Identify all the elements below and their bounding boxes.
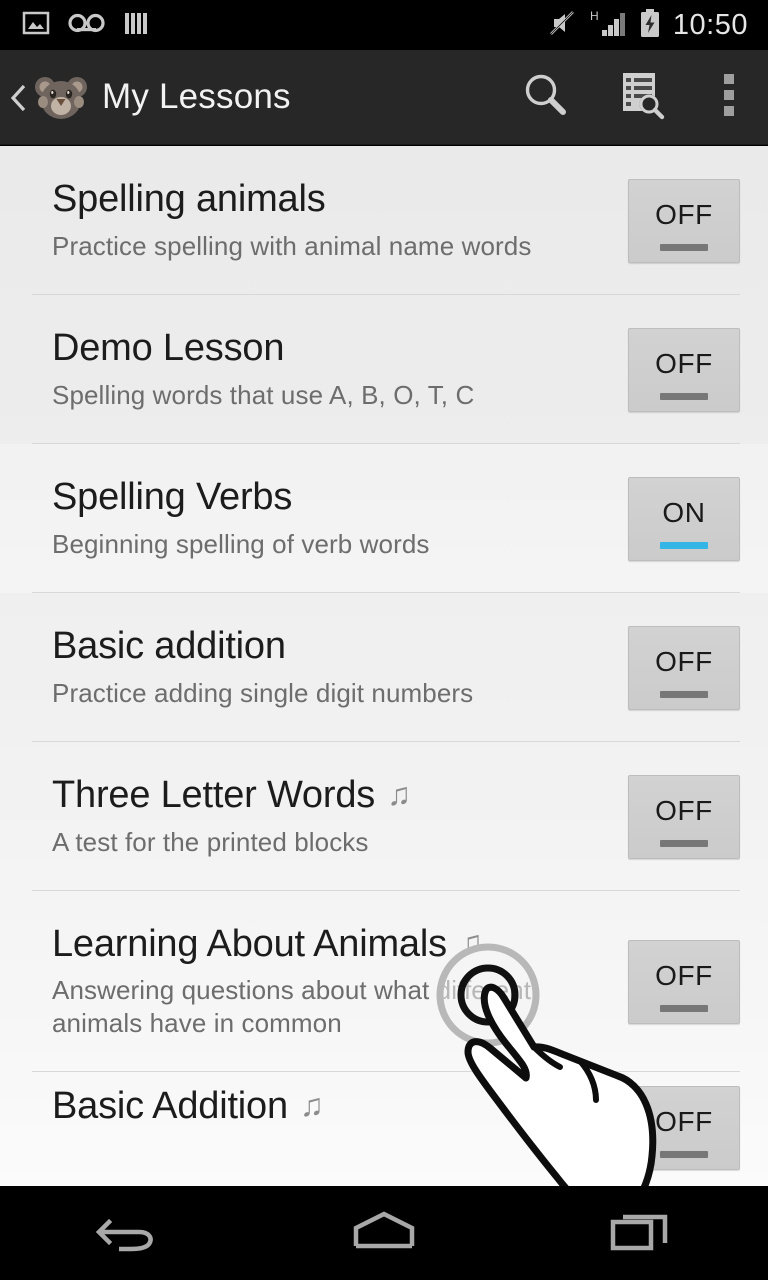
lesson-title-line: Demo Lesson	[52, 326, 616, 370]
toggle-label: OFF	[655, 959, 713, 991]
lesson-title-line: Learning About Animals ♫	[52, 922, 616, 966]
lesson-toggle[interactable]: ON	[628, 476, 740, 561]
list-item[interactable]: Basic Addition ♫ OFF	[0, 1072, 768, 1170]
list-item[interactable]: Demo Lesson Spelling words that use A, B…	[0, 295, 768, 444]
lesson-text: Basic Addition ♫	[52, 1085, 628, 1128]
music-note-icon: ♫	[458, 924, 483, 961]
toggle-label: OFF	[655, 198, 713, 230]
up-navigation-button[interactable]	[0, 72, 87, 122]
back-arrow-icon	[95, 1208, 161, 1259]
lesson-text: Basic addition Practice adding single di…	[52, 624, 628, 709]
status-clock: 10:50	[672, 8, 748, 41]
android-screen: H 10:50 My Lessons Spelling animals Prac…	[0, 0, 768, 1280]
lesson-title-line: Three Letter Words ♫	[52, 773, 616, 817]
lesson-title: Spelling animals	[52, 177, 326, 220]
toggle-label: OFF	[655, 1106, 713, 1137]
toggle-label: OFF	[655, 645, 713, 677]
music-note-icon: ♫	[387, 775, 412, 812]
toggle-indicator-bar	[660, 392, 708, 400]
lesson-search-icon	[615, 68, 669, 127]
lesson-toggle[interactable]: OFF	[628, 939, 740, 1024]
signal-h-icon: H	[589, 8, 627, 43]
toggle-indicator-bar	[660, 243, 708, 251]
toggle-indicator-bar	[660, 1151, 708, 1158]
toggle-indicator-bar	[660, 690, 708, 698]
toggle-indicator-bar	[660, 541, 708, 549]
lesson-subtitle: Spelling words that use A, B, O, T, C	[52, 379, 475, 410]
lesson-text: Spelling animals Practice spelling with …	[52, 177, 628, 262]
lesson-title: Basic addition	[52, 624, 286, 667]
lesson-toggle[interactable]: OFF	[628, 774, 740, 859]
lesson-text: Spelling Verbs Beginning spelling of ver…	[52, 475, 628, 560]
lesson-subtitle: Beginning spelling of verb words	[52, 528, 430, 559]
lesson-title-line: Spelling animals	[52, 177, 616, 221]
page-title: My Lessons	[102, 77, 291, 116]
lesson-text: Three Letter Words ♫ A test for the prin…	[52, 773, 628, 858]
toggle-label: OFF	[655, 347, 713, 379]
lesson-title: Spelling Verbs	[52, 475, 293, 518]
bear-icon	[32, 72, 87, 122]
lesson-title: Demo Lesson	[52, 326, 285, 369]
lesson-subtitle: Practice spelling with animal name words	[52, 230, 532, 261]
svg-text:H: H	[590, 9, 599, 23]
list-item[interactable]: Spelling animals Practice spelling with …	[0, 146, 768, 295]
lesson-title-line: Basic Addition ♫	[52, 1085, 616, 1128]
lesson-title-line: Spelling Verbs	[52, 475, 616, 519]
overflow-menu-icon	[723, 72, 735, 123]
navigation-bar	[0, 1186, 768, 1280]
lesson-title-line: Basic addition	[52, 624, 616, 668]
lesson-toggle[interactable]: OFF	[628, 327, 740, 412]
overflow-menu-button[interactable]	[690, 50, 768, 145]
nav-back-button[interactable]	[28, 1186, 228, 1280]
lesson-title: Learning About Animals	[52, 922, 447, 965]
action-bar: My Lessons	[0, 50, 768, 145]
lesson-search-button[interactable]	[594, 50, 690, 145]
list-item[interactable]: Learning About Animals ♫ Answering quest…	[0, 891, 768, 1072]
lesson-toggle[interactable]: OFF	[628, 625, 740, 710]
status-notification-icons	[0, 9, 150, 42]
music-note-icon: ♫	[299, 1086, 324, 1123]
list-item[interactable]: Three Letter Words ♫ A test for the prin…	[0, 742, 768, 891]
silent-mode-icon	[547, 8, 577, 43]
lesson-text: Demo Lesson Spelling words that use A, B…	[52, 326, 628, 411]
nav-recents-button[interactable]	[540, 1186, 740, 1280]
photo-icon	[22, 9, 50, 42]
search-icon	[520, 69, 572, 126]
status-bar: H 10:50	[0, 0, 768, 50]
recent-apps-icon	[609, 1208, 671, 1259]
toggle-label: OFF	[655, 794, 713, 826]
toggle-label: ON	[662, 496, 706, 528]
nav-home-button[interactable]	[284, 1186, 484, 1280]
vertical-bars-icon	[124, 10, 150, 41]
voicemail-icon	[68, 11, 106, 40]
lesson-subtitle: Answering questions about what different…	[52, 975, 532, 1038]
back-chevron-icon	[10, 82, 28, 112]
lesson-subtitle: Practice adding single digit numbers	[52, 677, 474, 708]
toggle-indicator-bar	[660, 839, 708, 847]
battery-charging-icon	[639, 8, 661, 43]
search-button[interactable]	[498, 50, 594, 145]
toggle-indicator-bar	[660, 1004, 708, 1012]
lesson-toggle[interactable]: OFF	[628, 178, 740, 263]
lesson-text: Learning About Animals ♫ Answering quest…	[52, 922, 628, 1040]
list-item[interactable]: Basic addition Practice adding single di…	[0, 593, 768, 742]
action-bar-actions	[498, 50, 768, 145]
list-item[interactable]: Spelling Verbs Beginning spelling of ver…	[0, 444, 768, 593]
lesson-list[interactable]: Spelling animals Practice spelling with …	[0, 146, 768, 1186]
lesson-toggle[interactable]: OFF	[628, 1086, 740, 1170]
lesson-title: Three Letter Words	[52, 773, 376, 816]
lesson-subtitle: A test for the printed blocks	[52, 826, 369, 857]
status-system-icons: H 10:50	[547, 8, 768, 43]
lesson-title: Basic Addition	[52, 1085, 288, 1127]
home-icon	[350, 1208, 418, 1259]
